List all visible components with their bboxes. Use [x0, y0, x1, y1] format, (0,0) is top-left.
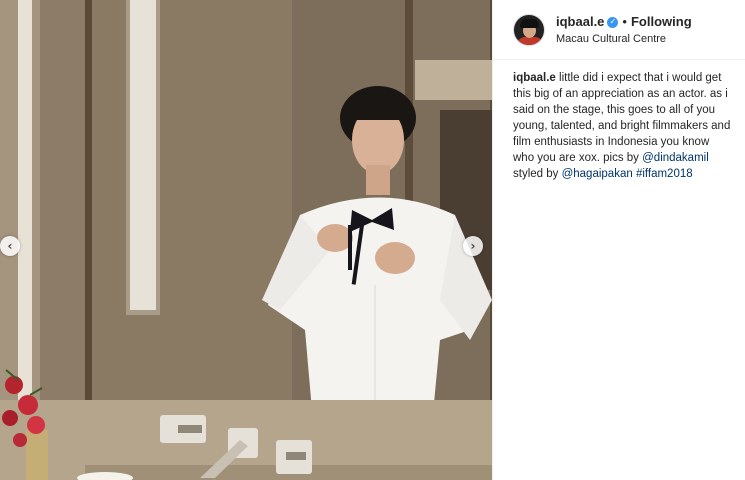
hashtag-link[interactable]: #iffam2018	[636, 168, 693, 180]
avatar[interactable]	[513, 13, 545, 46]
carousel-prev-button[interactable]: ‹	[0, 236, 20, 256]
caption-username[interactable]: iqbaal.e	[513, 72, 556, 84]
chevron-left-icon: ‹	[7, 239, 13, 253]
caption-text: little did i expect that i would get thi…	[513, 72, 731, 164]
post-sidebar: iqbaal.e ✓ • Following Macau Cultural Ce…	[492, 0, 745, 480]
caption-text-middle: styled by	[513, 168, 559, 180]
author-username[interactable]: iqbaal.e	[556, 14, 604, 30]
bathroom-mirror-photo	[0, 0, 492, 480]
mention-link[interactable]: @hagaipakan	[562, 168, 633, 180]
post-photo[interactable]: ‹ ›	[0, 0, 492, 480]
post-caption: iqbaal.e little did i expect that i woul…	[493, 60, 745, 182]
verified-badge-icon: ✓	[607, 16, 619, 28]
location-link[interactable]: Macau Cultural Centre	[556, 33, 692, 45]
instagram-post: ‹ › iqbaal.e ✓ • Following Macau Cultura…	[0, 0, 745, 480]
post-author-info: iqbaal.e ✓ • Following Macau Cultural Ce…	[556, 14, 692, 45]
carousel-next-button[interactable]: ›	[463, 236, 483, 256]
post-header: iqbaal.e ✓ • Following Macau Cultural Ce…	[493, 0, 745, 60]
mention-link[interactable]: @dindakamil	[642, 152, 709, 164]
chevron-right-icon: ›	[470, 239, 476, 253]
following-button[interactable]: Following	[631, 14, 692, 30]
separator-dot: •	[622, 14, 627, 29]
